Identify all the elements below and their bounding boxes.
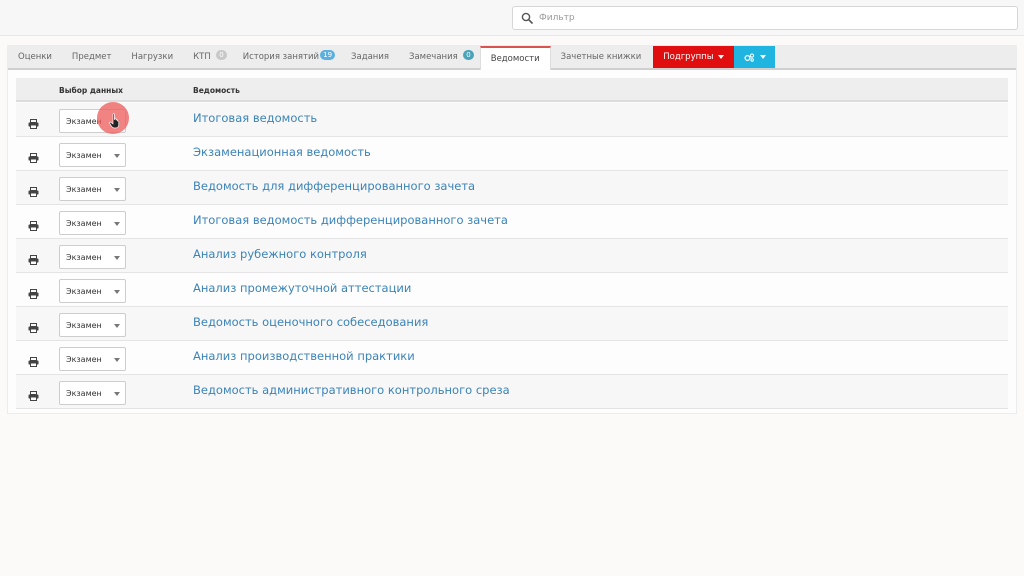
printer-icon[interactable] xyxy=(28,216,39,231)
data-select-dropdown[interactable]: Экзамен xyxy=(59,279,126,303)
statement-link[interactable]: Экзаменационная ведомость xyxy=(193,145,371,159)
printer-icon[interactable] xyxy=(28,386,39,401)
select-value: Экзамен xyxy=(66,184,102,194)
tab-label: Замечания xyxy=(409,52,458,62)
statement-link[interactable]: Ведомость административного контрольного… xyxy=(193,383,510,397)
cogs-icon xyxy=(744,52,755,62)
tab-label: Нагрузки xyxy=(131,52,174,62)
settings-dropdown-button[interactable] xyxy=(734,46,776,68)
data-select-dropdown[interactable]: Экзамен xyxy=(59,177,126,201)
table-row: Экзамен Итоговая ведомость xyxy=(16,103,1008,137)
table-row: Экзамен Ведомость для дифференцированного… xyxy=(16,171,1008,205)
caret-down-icon xyxy=(114,188,120,192)
printer-icon[interactable] xyxy=(28,284,39,299)
printer-icon[interactable] xyxy=(28,318,39,333)
caret-down-icon xyxy=(114,358,120,362)
tab-label: Ведомости xyxy=(490,54,540,64)
data-select-dropdown[interactable]: Экзамен xyxy=(59,381,126,405)
caret-down-icon xyxy=(759,55,766,59)
tab-8[interactable]: Зачетные книжки xyxy=(551,46,652,68)
tab-count-badge: 0 xyxy=(216,50,227,60)
data-select-dropdown[interactable]: Экзамен xyxy=(59,143,126,167)
statement-link[interactable]: Анализ промежуточной аттестации xyxy=(193,281,411,295)
select-value: Экзамен xyxy=(66,388,102,398)
tab-0[interactable]: Оценки xyxy=(8,46,62,68)
caret-down-icon xyxy=(114,392,120,396)
printer-icon[interactable] xyxy=(28,148,39,163)
tab-7[interactable]: Ведомости xyxy=(479,46,551,70)
caret-down-icon xyxy=(114,290,120,294)
statement-link[interactable]: Ведомость оценочного собеседования xyxy=(193,315,428,329)
table-row: Экзамен Ведомость оценочного собеседовани… xyxy=(16,307,1008,341)
column-header-data-select: Выбор данных xyxy=(59,86,123,95)
table-row: Экзамен Анализ производственной практики xyxy=(16,341,1008,375)
tab-6[interactable]: Замечания 0 xyxy=(399,46,480,68)
select-value: Экзамен xyxy=(66,354,102,364)
tab-bar: Оценки Предмет Нагрузки КТП 0 История занятий… xyxy=(8,46,1016,70)
data-select-dropdown[interactable]: Экзамен xyxy=(59,347,126,371)
caret-down-icon xyxy=(114,324,120,328)
subgroups-dropdown-button[interactable]: Подгруппы xyxy=(653,46,735,68)
table-row: Экзамен Анализ промежуточной аттестации xyxy=(16,273,1008,307)
select-value: Экзамен xyxy=(66,286,102,296)
tab-label: Оценки xyxy=(18,52,52,62)
tab-count-badge: 19 xyxy=(320,50,336,60)
printer-icon[interactable] xyxy=(28,250,39,265)
statement-link[interactable]: Итоговая ведомость дифференцированного з… xyxy=(193,213,508,227)
top-bar xyxy=(0,0,1024,36)
select-value: Экзамен xyxy=(66,150,102,160)
table-row: Экзамен Анализ рубежного контроля xyxy=(16,239,1008,273)
table-row: Экзамен Итоговая ведомость дифференцирова… xyxy=(16,205,1008,239)
table-row: Экзамен Ведомость административного контр… xyxy=(16,375,1008,409)
tab-label: История занятий xyxy=(242,52,320,62)
table-header: Выбор данных Ведомость xyxy=(16,78,1008,102)
tab-3[interactable]: КТП 0 xyxy=(183,46,233,68)
tab-count-badge: 0 xyxy=(463,50,474,60)
caret-down-icon xyxy=(114,154,120,158)
caret-down-icon xyxy=(114,256,120,260)
statement-link[interactable]: Анализ производственной практики xyxy=(193,349,415,363)
tab-1[interactable]: Предмет xyxy=(62,46,122,68)
column-header-statement: Ведомость xyxy=(193,86,240,95)
tab-label: Зачетные книжки xyxy=(560,52,642,62)
tab-label: Задания xyxy=(351,52,389,62)
hand-pointer-icon xyxy=(109,113,120,129)
caret-down-icon xyxy=(718,55,725,59)
tab-label: Предмет xyxy=(71,52,112,62)
select-value: Экзамен xyxy=(66,218,102,228)
tab-4[interactable]: История занятий 19 xyxy=(233,46,341,68)
statement-link[interactable]: Итоговая ведомость xyxy=(193,111,317,125)
table-row: Экзамен Экзаменационная ведомость xyxy=(16,137,1008,171)
printer-icon[interactable] xyxy=(28,182,39,197)
subgroups-label: Подгруппы xyxy=(663,52,714,62)
caret-down-icon xyxy=(114,222,120,226)
tab-5[interactable]: Задания xyxy=(341,46,399,68)
printer-icon[interactable] xyxy=(28,352,39,367)
select-value: Экзамен xyxy=(66,320,102,330)
data-select-dropdown[interactable]: Экзамен xyxy=(59,245,126,269)
filter-input[interactable] xyxy=(539,13,999,23)
data-select-dropdown[interactable]: Экзамен xyxy=(59,313,126,337)
tab-2[interactable]: Нагрузки xyxy=(121,46,183,68)
printer-icon[interactable] xyxy=(28,114,39,129)
tab-label: КТП xyxy=(193,52,211,62)
statement-link[interactable]: Ведомость для дифференцированного зачета xyxy=(193,179,475,193)
filter-field[interactable] xyxy=(512,6,1018,30)
search-icon xyxy=(521,12,533,24)
statement-link[interactable]: Анализ рубежного контроля xyxy=(193,247,367,261)
select-value: Экзамен xyxy=(66,252,102,262)
data-select-dropdown[interactable]: Экзамен xyxy=(59,211,126,235)
